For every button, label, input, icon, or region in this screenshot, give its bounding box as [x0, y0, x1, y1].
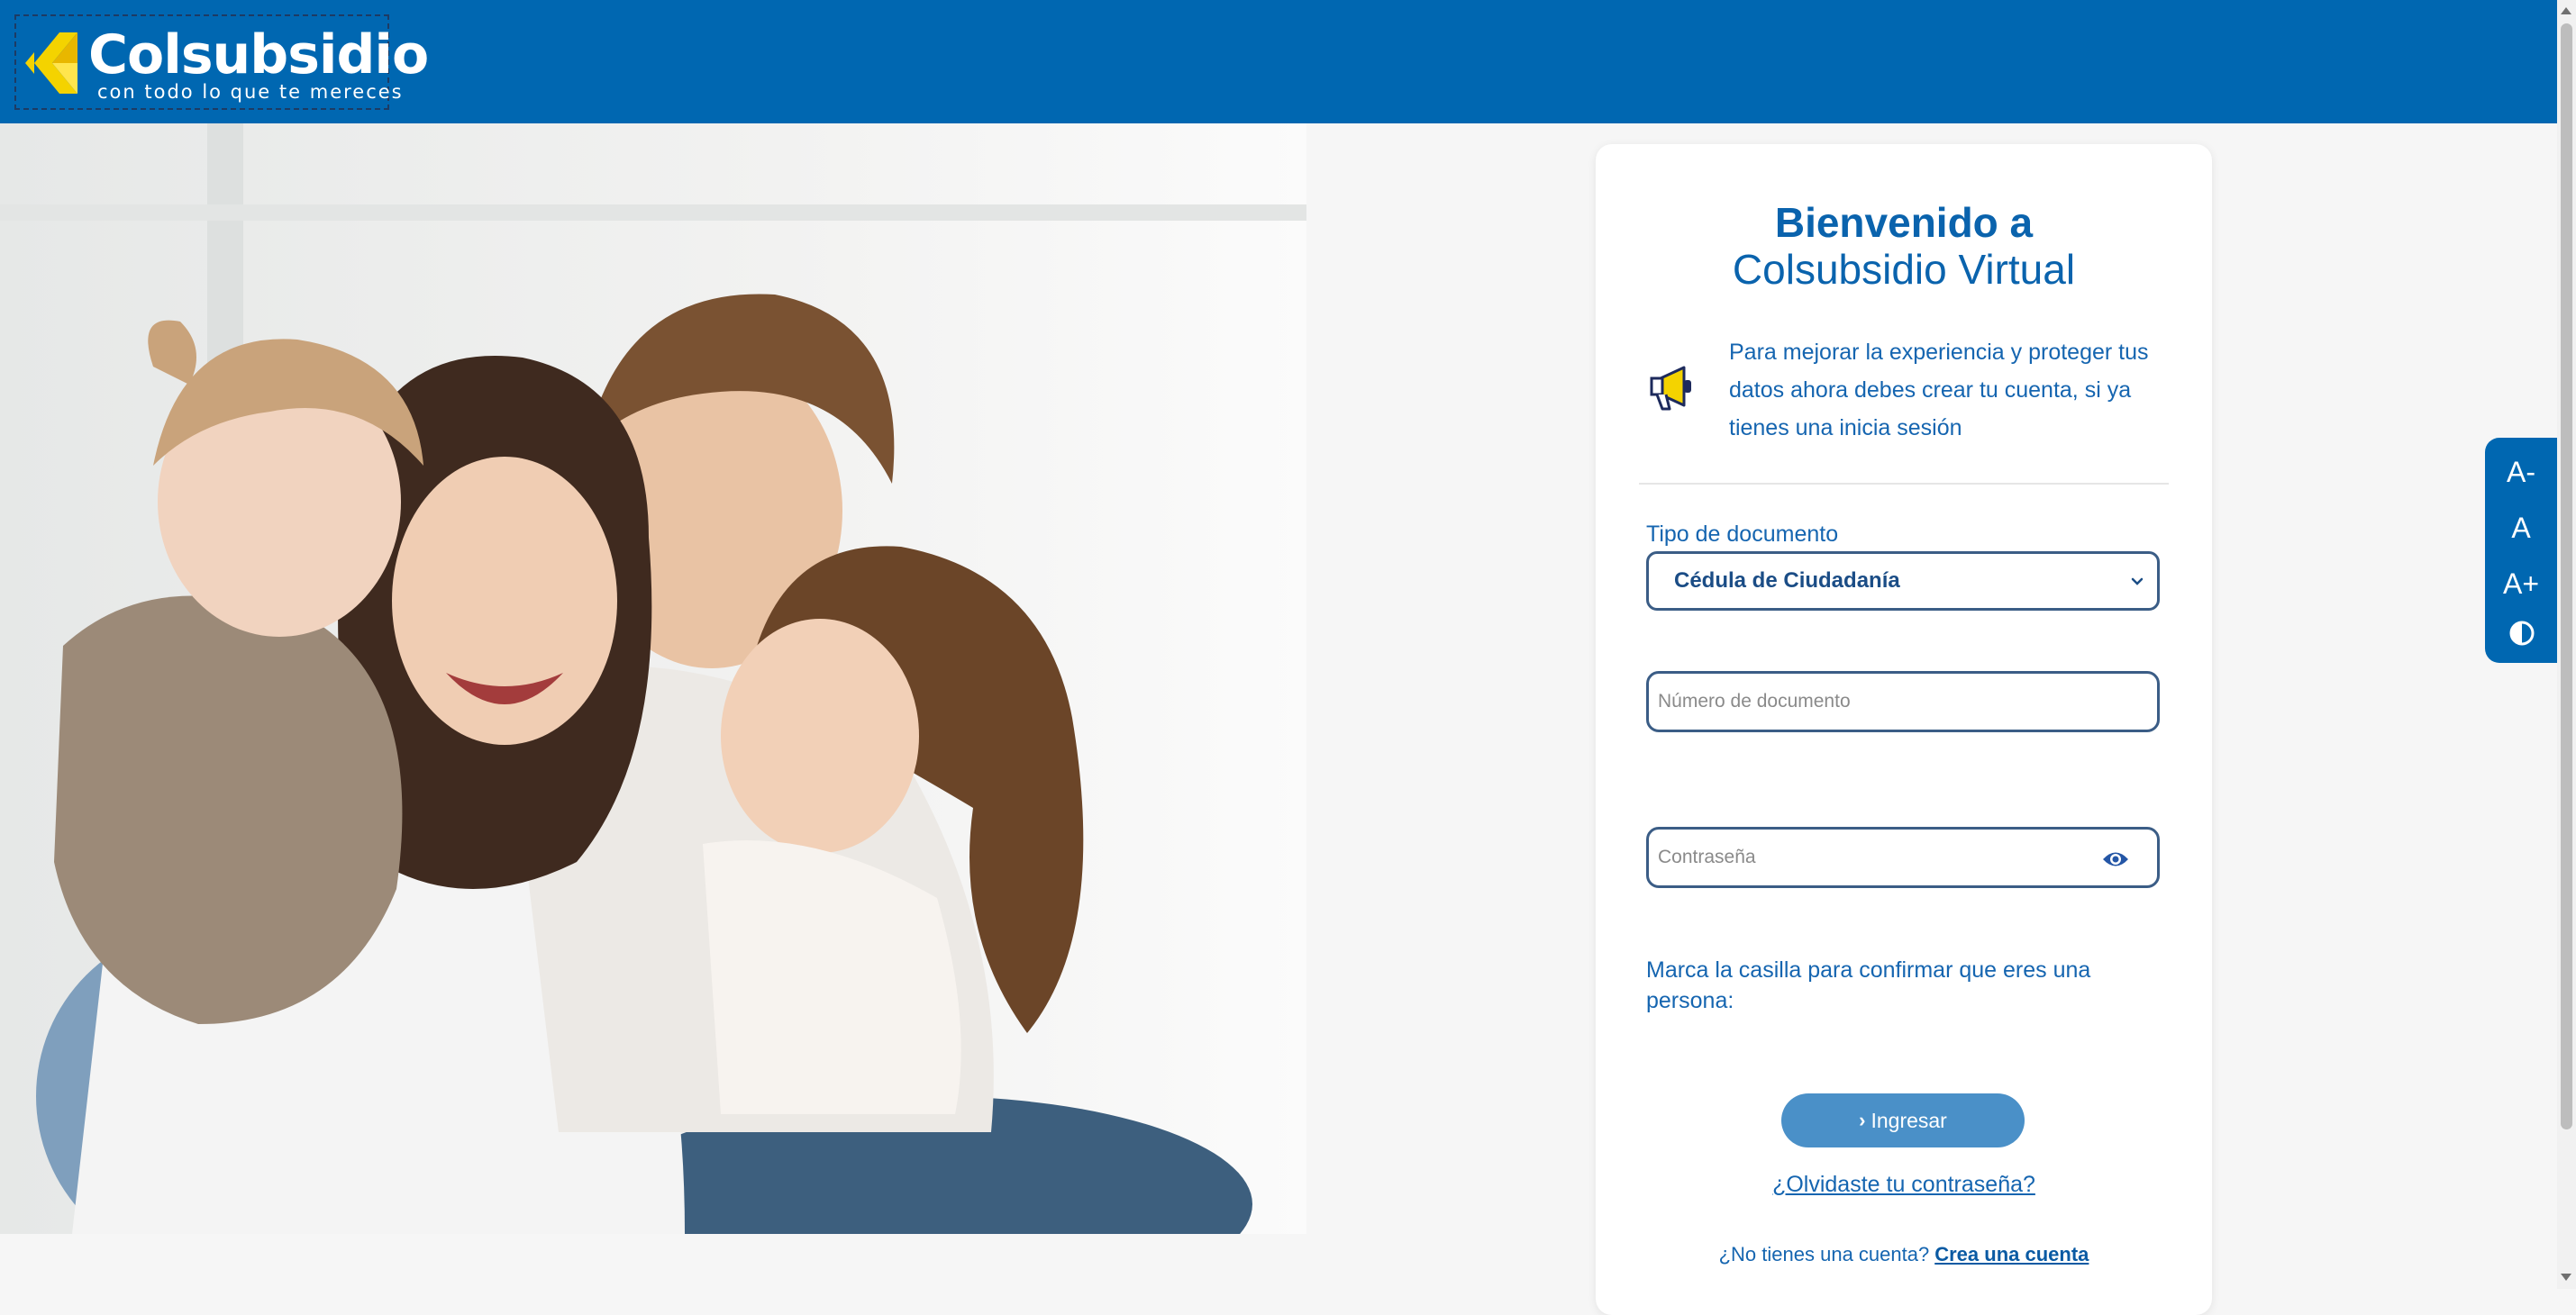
document-number-input[interactable]: Número de documento	[1646, 671, 2160, 732]
chevron-down-icon	[2131, 577, 2144, 585]
show-password-eye-icon[interactable]	[2101, 848, 2130, 871]
no-account-text: ¿No tienes una cuenta?	[1718, 1243, 1930, 1265]
divider	[1639, 483, 2169, 485]
password-placeholder: Contraseña	[1658, 847, 1756, 867]
scroll-down-arrow-icon[interactable]	[2561, 1274, 2571, 1281]
welcome-subtitle: Colsubsidio Virtual	[1732, 246, 2076, 293]
document-number-placeholder: Número de documento	[1658, 691, 1851, 712]
accessibility-toolbar: A- A A+	[2485, 438, 2557, 663]
forgot-password-link[interactable]: ¿Olvidaste tu contraseña?	[1596, 1169, 2212, 1200]
account-notice-text: Para mejorar la experiencia y proteger t…	[1729, 340, 2149, 440]
captcha-prompt: Marca la casilla para confirmar que eres…	[1646, 957, 2091, 1013]
top-header: Colsubsidio con todo lo que te mereces	[0, 0, 2557, 123]
document-type-select[interactable]: Cédula de Ciudadanía	[1646, 551, 2160, 611]
create-account-link[interactable]: Crea una cuenta	[1934, 1243, 2089, 1265]
signup-row: ¿No tienes una cuenta? Crea una cuenta	[1596, 1241, 2212, 1268]
logo-mark-icon	[25, 32, 77, 94]
document-type-value: Cédula de Ciudadanía	[1674, 568, 1900, 593]
login-card: Bienvenido a Colsubsidio Virtual Para me…	[1596, 144, 2212, 1315]
hero-family-image	[0, 123, 1306, 1234]
welcome-title: Bienvenido a	[1774, 199, 2034, 246]
logo-tagline: con todo lo que te mereces	[97, 81, 404, 103]
document-type-label: Tipo de documento	[1646, 521, 1839, 547]
logo-name: Colsubsidio	[88, 23, 429, 86]
family-photo	[0, 123, 1306, 1234]
increase-font-button[interactable]: A+	[2485, 566, 2557, 602]
login-button[interactable]: › Ingresar	[1781, 1093, 2025, 1147]
normal-font-button[interactable]: A	[2485, 510, 2557, 546]
login-button-label: Ingresar	[1871, 1108, 1947, 1132]
decrease-font-button[interactable]: A-	[2485, 454, 2557, 490]
scroll-up-arrow-icon[interactable]	[2561, 7, 2571, 14]
scroll-thumb[interactable]	[2561, 23, 2572, 1129]
chevron-right-icon: ›	[1859, 1109, 1866, 1131]
megaphone-icon	[1650, 366, 1691, 411]
colsubsidio-logo[interactable]: Colsubsidio con todo lo que te mereces	[14, 14, 429, 110]
contrast-icon[interactable]	[2508, 620, 2535, 647]
vertical-scrollbar[interactable]	[2557, 0, 2576, 1289]
password-input[interactable]: Contraseña	[1646, 827, 2160, 888]
